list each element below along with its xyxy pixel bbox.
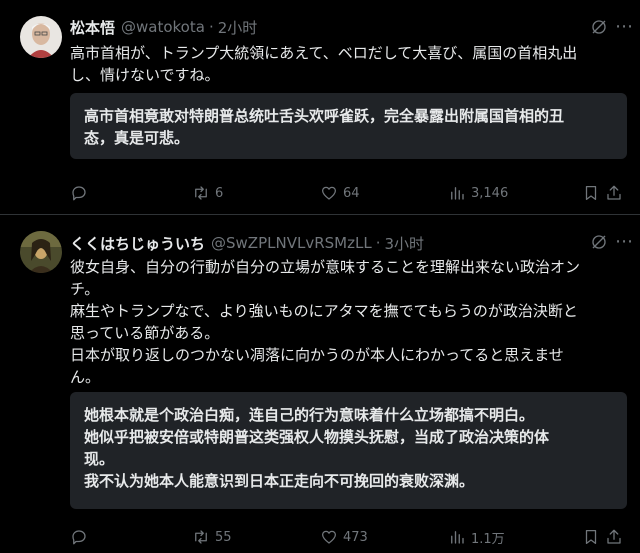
post[interactable]: くくはちじゅういち @SwZPLNVLvRSMzLL · 3小时 ⋯ 彼女自身、… (0, 214, 640, 553)
like-button[interactable]: 64 (320, 181, 360, 205)
post-text-line: 高市首相が、トランプ大統領にあえて、ベロだして大喜び、属国の首相丸出 (70, 44, 578, 62)
retweet-count: 55 (215, 529, 232, 545)
post-text-line: 麻生やトランプなで、より強いものにアタマを撫でてもらうのが政治決断と (70, 302, 578, 320)
separator: · (375, 234, 381, 252)
retweet-button[interactable]: 6 (192, 181, 223, 205)
views-count: 1.1万 (471, 531, 505, 547)
share-icon (607, 185, 621, 200)
author-handle[interactable]: @SwZPLNVLvRSMzLL (211, 234, 372, 252)
avatar[interactable] (20, 16, 62, 58)
like-count: 64 (343, 185, 360, 201)
share-button[interactable] (605, 181, 623, 205)
translation-line: 现。 (84, 450, 115, 468)
post[interactable]: 松本悟 @watokota · 2小时 ⋯ 高市首相が、トランプ大統領にあえて、… (0, 0, 640, 214)
share-icon (607, 529, 621, 544)
views-icon (451, 531, 464, 544)
translation-line: 态，真是可悲。 (84, 129, 190, 147)
author-handle[interactable]: @watokota (121, 18, 205, 36)
author-name[interactable]: くくはちじゅういち (70, 233, 205, 254)
post-header: くくはちじゅういち @SwZPLNVLvRSMzLL · 3小时 (70, 232, 620, 254)
post-text-line: し、情けないですね。 (70, 66, 220, 84)
reply-button[interactable] (70, 181, 88, 205)
post-text-line: 日本が取り返しのつかない凋落に向かうのが本人にわかってると思えませ (70, 346, 564, 364)
post-header: 松本悟 @watokota · 2小时 (70, 16, 620, 38)
share-button[interactable] (605, 525, 623, 549)
retweet-icon (195, 186, 207, 200)
translation-line: 高市首相竟敢对特朗普总统吐舌头欢呼雀跃，完全暴露出附属国首相的丑 (84, 107, 565, 125)
translation-line: 她似乎把被安倍或特朗普这类强权人物摸头抚慰，当成了政治决策的体 (84, 428, 550, 446)
post-text-line: ん。 (70, 368, 101, 386)
views-button[interactable]: 1.1万 (448, 525, 505, 549)
action-bar: 55 473 1.1万 (70, 525, 623, 549)
reply-icon (72, 186, 86, 201)
avatar[interactable] (20, 231, 62, 273)
retweet-icon (195, 530, 207, 544)
grok-icon[interactable] (590, 233, 608, 251)
reply-button[interactable] (70, 525, 88, 549)
translation-line: 她根本就是个政治白痴，连自己的行为意味着什么立场都搞不明白。 (84, 406, 535, 424)
bookmark-icon (585, 529, 597, 545)
bookmark-button[interactable] (582, 181, 600, 205)
retweet-button[interactable]: 55 (192, 525, 232, 549)
reply-icon (72, 530, 86, 545)
views-count: 3,146 (471, 185, 509, 201)
post-text: 高市首相が、トランプ大統領にあえて、ベロだして大喜び、属国の首相丸出 し、情けな… (70, 42, 624, 86)
more-icon[interactable]: ⋯ (615, 233, 634, 251)
like-button[interactable]: 473 (320, 525, 368, 549)
post-time[interactable]: 3小时 (384, 233, 424, 254)
post-text-line: 思っている節がある。 (70, 324, 220, 342)
post-text-line: チ。 (70, 280, 100, 298)
bookmark-icon (585, 185, 597, 201)
retweet-count: 6 (215, 185, 224, 201)
post-time[interactable]: 2小时 (218, 17, 258, 38)
post-text-line: 彼女自身、自分の行動が自分の立場が意味することを理解出来ない政治オン (70, 258, 581, 276)
like-count: 473 (343, 529, 368, 545)
views-button[interactable]: 3,146 (448, 181, 508, 205)
like-icon (321, 530, 337, 544)
views-icon (451, 187, 464, 200)
translation-box: 她根本就是个政治白痴，连自己的行为意味着什么立场都搞不明白。 她似乎把被安倍或特… (70, 392, 627, 509)
separator: · (208, 18, 214, 36)
more-icon[interactable]: ⋯ (615, 18, 634, 36)
grok-icon[interactable] (590, 18, 608, 36)
like-icon (321, 186, 337, 200)
action-bar: 6 64 3,146 (70, 181, 623, 205)
translation-box: 高市首相竟敢对特朗普总统吐舌头欢呼雀跃，完全暴露出附属国首相的丑 态，真是可悲。 (70, 93, 627, 159)
post-text: 彼女自身、自分の行動が自分の立場が意味することを理解出来ない政治オン チ。 麻生… (70, 256, 624, 388)
translation-line: 我不认为她本人能意识到日本正走向不可挽回的衰败深渊。 (84, 472, 475, 490)
author-name[interactable]: 松本悟 (70, 17, 115, 38)
bookmark-button[interactable] (582, 525, 600, 549)
